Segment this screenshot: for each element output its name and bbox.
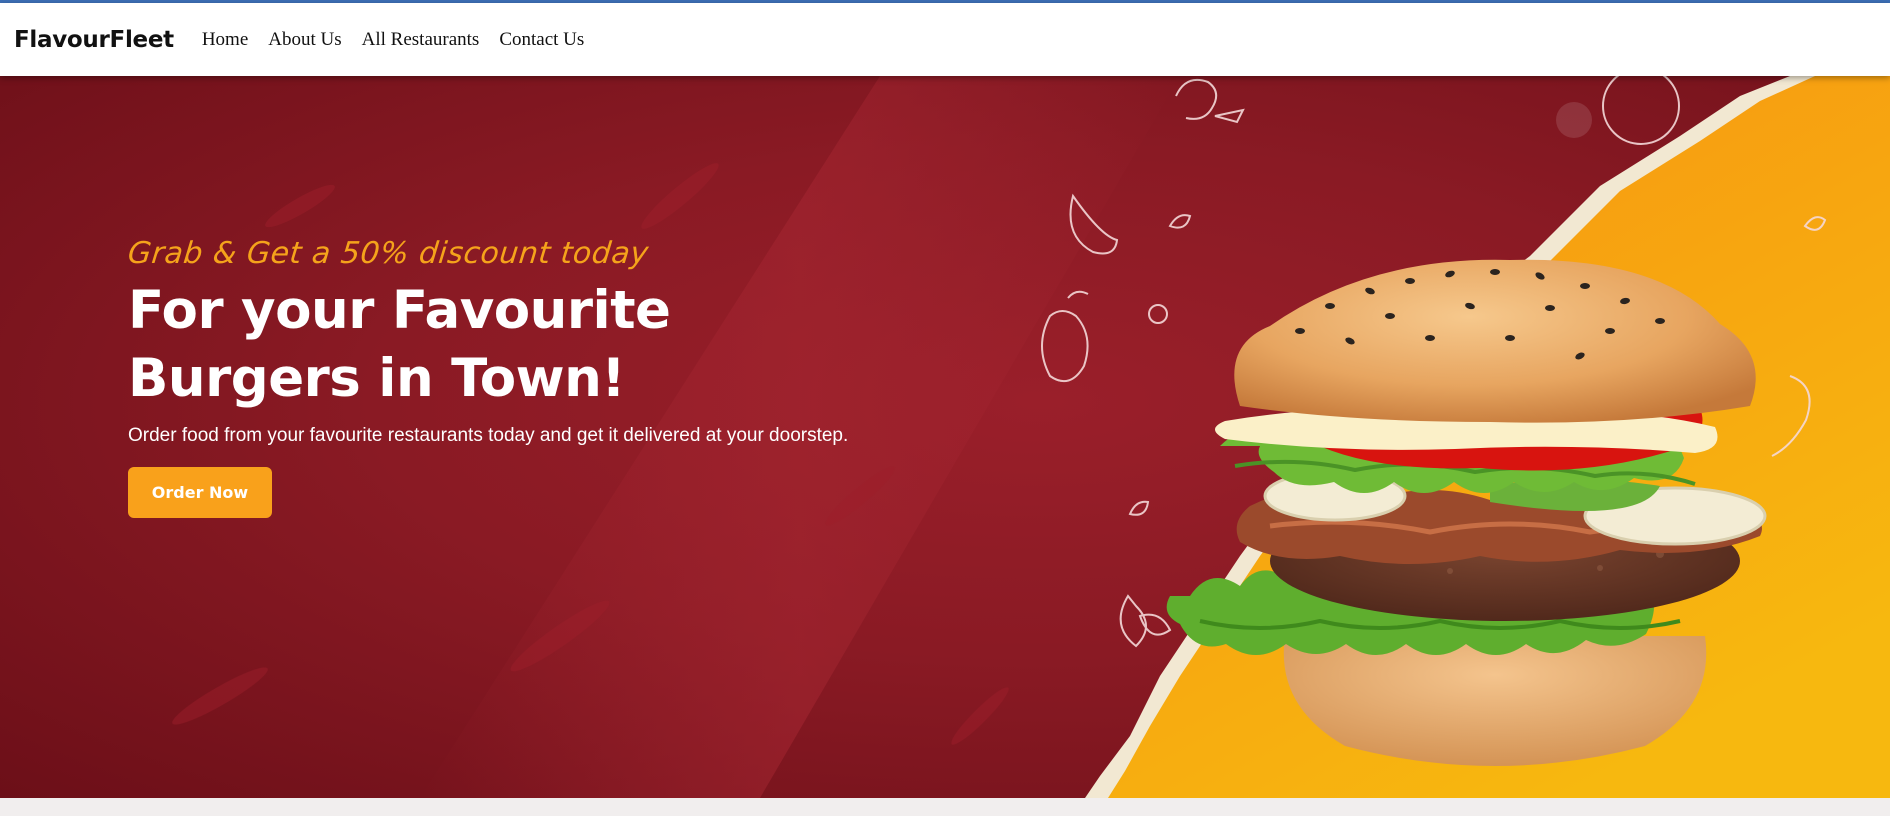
- hero-headline: For your Favourite Burgers in Town!: [128, 277, 888, 413]
- page-bottom-strip: [0, 798, 1890, 816]
- hero-tagline: Grab & Get a 50% discount today: [126, 236, 651, 271]
- hero-banner: Grab & Get a 50% discount today For your…: [0, 76, 1890, 798]
- nav-links: Home About Us All Restaurants Contact Us: [190, 29, 592, 51]
- navbar: FlavourFleet Home About Us All Restauran…: [0, 3, 1890, 76]
- nav-link-contact-us[interactable]: Contact Us: [499, 29, 584, 51]
- hero-subtext: Order food from your favourite restauran…: [128, 425, 849, 446]
- headline-line-2: Burgers in Town!: [128, 348, 626, 409]
- brand-logo[interactable]: FlavourFleet: [14, 27, 174, 53]
- nav-link-all-restaurants[interactable]: All Restaurants: [362, 29, 480, 51]
- nav-link-home[interactable]: Home: [202, 29, 248, 51]
- nav-link-about-us[interactable]: About Us: [268, 29, 341, 51]
- hero-content: Grab & Get a 50% discount today For your…: [126, 236, 888, 518]
- order-now-button[interactable]: Order Now: [128, 467, 272, 518]
- headline-line-1: For your Favourite: [128, 280, 671, 341]
